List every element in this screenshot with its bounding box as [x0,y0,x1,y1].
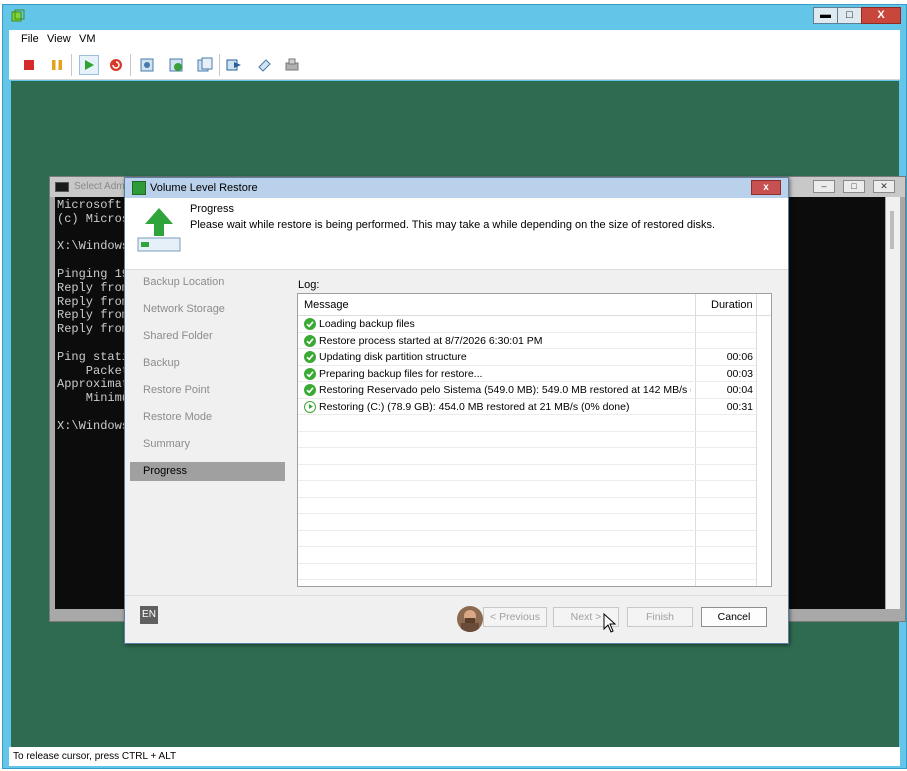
revert-snapshot-icon[interactable] [166,55,186,75]
log-header: Message Duration [298,294,771,316]
statusbar: To release cursor, press CTRL + ALT [9,747,900,766]
dialog-title: Volume Level Restore [150,182,258,194]
table-row[interactable]: Restoring Reservado pelo Sistema (549.0 … [298,382,758,399]
previous-button[interactable]: < Previous [483,607,547,627]
success-check-icon [304,351,316,363]
log-duration: 00:06 [726,351,753,363]
step-shared-folder[interactable]: Shared Folder [130,327,285,346]
toolbar-separator [130,54,131,76]
vm-app-icon [11,9,25,23]
log-duration: 00:31 [726,400,753,413]
empty-row [298,531,758,547]
step-summary[interactable]: Summary [130,435,285,454]
empty-row [298,465,758,481]
play-icon[interactable] [79,55,99,75]
vm-maximize-button[interactable]: □ [837,7,862,24]
menubar: File View VM [9,30,900,50]
empty-row [298,547,758,564]
log-message: Loading backup files [319,318,415,330]
menu-view[interactable]: View [47,33,71,45]
empty-row [298,432,758,448]
stop-icon[interactable] [19,55,39,75]
success-check-icon [304,318,316,330]
toolbar-separator [219,54,220,76]
table-row[interactable]: Updating disk partition structure 00:06 [298,349,758,366]
table-row[interactable]: Preparing backup files for restore... 00:… [298,366,758,382]
restore-upload-icon [135,206,183,252]
dialog-close-button[interactable]: x [751,180,781,195]
log-duration: 00:04 [726,384,753,396]
dialog-header: Progress Please wait while restore is be… [125,198,788,270]
console-maximize-button[interactable]: □ [843,180,865,193]
console-scroll-thumb[interactable] [890,211,894,249]
step-progress[interactable]: Progress [130,462,285,481]
settings-icon[interactable] [282,55,302,75]
log-message: Preparing backup files for restore... [319,367,483,380]
step-restore-mode[interactable]: Restore Mode [130,408,285,427]
manage-snapshots-icon[interactable] [195,55,215,75]
dialog-titlebar[interactable]: Volume Level Restore x [125,178,788,198]
vm-window: ▬ □ X File View VM Select Admin – □ ✕ Mi… [2,4,907,769]
avatar [457,606,483,632]
language-indicator[interactable]: EN [140,606,158,624]
success-check-icon [304,334,316,347]
toolbar [9,50,900,80]
empty-row [298,448,758,465]
usb-icon[interactable] [254,55,274,75]
log-duration: 00:03 [726,367,753,380]
vm-minimize-button[interactable]: ▬ [813,7,838,24]
success-check-icon [304,367,316,380]
log-message: Restore process started at 8/7/2026 6:30… [319,334,543,347]
cancel-button[interactable]: Cancel [701,607,767,627]
log-table[interactable]: Message Duration Loading backup files Res… [297,293,772,587]
empty-row [298,481,758,498]
snapshot-icon[interactable] [137,55,157,75]
pause-icon[interactable] [47,55,67,75]
console-close-button[interactable]: ✕ [873,180,895,193]
empty-row [298,415,758,432]
console-minimize-button[interactable]: – [813,180,835,193]
restore-dialog: Volume Level Restore x Progress Please w… [124,177,789,644]
table-row[interactable]: Loading backup files [298,316,758,333]
header-title: Progress [190,203,235,215]
dialog-app-icon [132,181,146,195]
step-backup[interactable]: Backup [130,354,285,373]
table-row[interactable]: Restore process started at 8/7/2026 6:30… [298,333,758,349]
menu-file[interactable]: File [21,33,39,45]
log-label: Log: [298,279,320,291]
console-scrollbar[interactable] [886,197,900,609]
vm-screen[interactable]: Select Admin – □ ✕ Microsoft W (c) Micros… [11,81,906,747]
wizard-steps: Backup Location Network Storage Shared F… [130,270,285,595]
menu-vm[interactable]: VM [79,33,96,45]
column-duration[interactable]: Duration [711,299,753,311]
header-description: Please wait while restore is being perfo… [190,219,716,231]
column-message[interactable]: Message [304,299,349,311]
send-ctrl-alt-del-icon[interactable] [224,55,244,75]
vm-titlebar[interactable]: ▬ □ X [3,5,906,29]
empty-row [298,514,758,531]
reset-icon[interactable] [106,55,126,75]
console-icon [55,182,69,192]
dialog-footer: EN < Previous Next > Finish Cancel [125,595,788,643]
log-message: Restoring Reservado pelo Sistema (549.0 … [319,384,691,396]
log-message: Updating disk partition structure [319,351,467,363]
step-network-storage[interactable]: Network Storage [130,300,285,319]
log-message: Restoring (C:) (78.9 GB): 454.0 MB resto… [319,400,630,413]
empty-row [298,564,758,580]
running-play-icon [304,400,316,413]
toolbar-separator [71,54,72,76]
finish-button[interactable]: Finish [627,607,693,627]
step-backup-location[interactable]: Backup Location [130,273,285,292]
mouse-cursor-icon [603,612,617,633]
vm-close-button[interactable]: X [861,7,901,24]
success-check-icon [304,384,316,396]
table-row[interactable]: Restoring (C:) (78.9 GB): 454.0 MB resto… [298,399,758,415]
step-restore-point[interactable]: Restore Point [130,381,285,400]
log-rows: Loading backup files Restore process star… [298,316,758,584]
empty-row [298,498,758,514]
